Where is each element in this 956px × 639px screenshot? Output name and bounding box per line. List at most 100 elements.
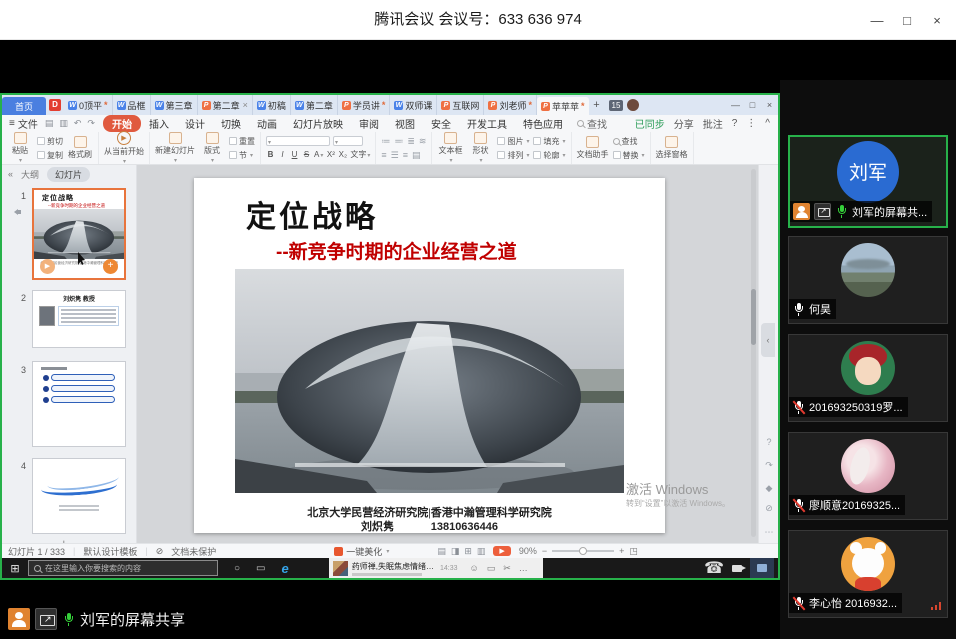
selection-pane-button[interactable]: 选择窗格 bbox=[656, 136, 688, 160]
avatar[interactable] bbox=[627, 99, 639, 111]
comment-button[interactable]: 批注 bbox=[703, 116, 723, 131]
tab-close-icon[interactable]: × bbox=[243, 100, 248, 110]
ribbon-search[interactable]: 查找 bbox=[577, 116, 607, 131]
folder-icon[interactable]: ▭ bbox=[487, 563, 496, 574]
sorter-view-icon[interactable]: ⊞ bbox=[464, 546, 472, 557]
replace-button[interactable]: 替换 bbox=[613, 150, 645, 161]
align-right-icon[interactable]: ≡ bbox=[403, 150, 408, 161]
close-icon[interactable]: × bbox=[922, 13, 952, 28]
subscript-button[interactable]: X₂ bbox=[338, 150, 347, 159]
new-tab-icon[interactable]: + bbox=[589, 95, 605, 115]
italic-button[interactable]: I bbox=[278, 150, 287, 159]
zoom-slider-knob[interactable] bbox=[579, 547, 587, 555]
participant-tile-liao[interactable]: 廖顺意20169325... bbox=[788, 432, 948, 520]
doc-tab[interactable]: P刘老师* bbox=[484, 95, 537, 115]
doc-tab[interactable]: W0顶平* bbox=[64, 95, 113, 115]
more-tools-icon[interactable]: ⋯ bbox=[759, 527, 779, 538]
slide-thumbnail-4[interactable] bbox=[32, 458, 126, 534]
undo-history-icon[interactable]: ↷ bbox=[759, 460, 779, 471]
wps-maximize-icon[interactable]: □ bbox=[744, 100, 761, 110]
doc-tab[interactable]: W初稿 bbox=[253, 95, 291, 115]
tab-count-badge[interactable]: 15 bbox=[609, 100, 624, 111]
start-button[interactable]: ⊞ bbox=[2, 562, 28, 575]
screenshot-scissors-icon[interactable]: ✂ bbox=[503, 563, 511, 574]
arrange-button[interactable]: 排列 bbox=[497, 150, 529, 161]
font-size-select[interactable] bbox=[333, 136, 363, 146]
number-list-icon[interactable]: ≕ bbox=[394, 136, 403, 147]
copy-button[interactable]: 复制 bbox=[37, 150, 63, 161]
doc-assistant-button[interactable]: 文档助手 bbox=[577, 136, 609, 160]
collapse-ribbon-icon[interactable]: ^ bbox=[765, 118, 770, 129]
taskbar-search[interactable]: 在这里输入你要搜索的内容 bbox=[28, 560, 218, 576]
save-icon[interactable]: ▤ bbox=[45, 118, 54, 129]
fill-button[interactable]: 填充 bbox=[533, 136, 565, 147]
wechat-notification-window[interactable]: 药师禅,失眠焦虑情绪… 14:33 ☺ ▭ ✂ … bbox=[329, 558, 543, 578]
participant-tile-lixinyi[interactable]: 李心怡 2016932... bbox=[788, 530, 948, 618]
reading-view-icon[interactable]: ▥ bbox=[477, 546, 486, 557]
plugin-icon[interactable]: ◆ bbox=[759, 483, 779, 494]
menu-tab-start[interactable]: 开始 bbox=[103, 115, 141, 132]
strike-button[interactable]: S bbox=[302, 150, 311, 159]
emoji-icon[interactable]: ☺ bbox=[470, 563, 479, 574]
doc-tab-active[interactable]: P苹苹苹* bbox=[537, 97, 589, 115]
participant-tile-luo[interactable]: 201693250319罗... bbox=[788, 334, 948, 422]
play-from-current-button[interactable]: ▶从当前开始 bbox=[104, 131, 144, 165]
more-icon[interactable]: ⋮ bbox=[746, 118, 756, 129]
current-slide[interactable]: 定位战略 --新竞争时期的企业经营之道 bbox=[194, 178, 665, 533]
indent-icon[interactable]: ≣ bbox=[407, 136, 415, 147]
print-icon[interactable]: ▥ bbox=[59, 118, 68, 129]
paste-button[interactable]: 粘贴 bbox=[7, 132, 33, 164]
shape-button[interactable]: 形状 bbox=[467, 132, 493, 164]
line-spacing-icon[interactable]: ≋ bbox=[419, 136, 427, 147]
justify-icon[interactable]: ▤ bbox=[412, 150, 421, 161]
doc-tab[interactable]: W第二章 bbox=[291, 95, 338, 115]
menu-tab-security[interactable]: 安全 bbox=[423, 116, 459, 131]
font-color-button[interactable]: A bbox=[314, 150, 323, 159]
beautify-button[interactable]: 一键美化 bbox=[334, 545, 389, 558]
zoom-slider[interactable] bbox=[552, 550, 614, 552]
zoom-out-icon[interactable]: − bbox=[542, 546, 547, 556]
cut-button[interactable]: 剪切 bbox=[37, 136, 63, 147]
slide-scrollbar[interactable] bbox=[751, 169, 756, 537]
tab-slides[interactable]: 幻灯片 bbox=[47, 167, 90, 182]
phone-icon[interactable]: ☎ bbox=[704, 558, 724, 578]
picture-button[interactable]: 图片 bbox=[497, 136, 529, 147]
menu-tab-apps[interactable]: 特色应用 bbox=[515, 116, 571, 131]
protection-status[interactable]: 文档未保护 bbox=[171, 545, 216, 558]
doc-tab[interactable]: P第二章× bbox=[198, 95, 253, 115]
participant-tile-liujun[interactable]: 刘军 刘军的屏幕共... bbox=[788, 135, 948, 228]
doc-tab[interactable]: W第三章 bbox=[151, 95, 198, 115]
wps-close-icon[interactable]: × bbox=[761, 100, 778, 110]
help-icon[interactable]: ? bbox=[759, 437, 779, 447]
chat-bubble-icon[interactable]: … bbox=[519, 563, 528, 574]
thumb-play-button[interactable]: ▶ bbox=[40, 259, 55, 274]
reset-button[interactable]: 重置 bbox=[229, 136, 255, 147]
file-menu[interactable]: ≡文件 bbox=[2, 116, 45, 131]
doc-tab[interactable]: P学员讲* bbox=[338, 95, 391, 115]
menu-tab-devtools[interactable]: 开发工具 bbox=[459, 116, 515, 131]
menu-tab-slideshow[interactable]: 幻灯片放映 bbox=[285, 116, 351, 131]
participant-tile-hehao[interactable]: 何昊 bbox=[788, 236, 948, 324]
align-center-icon[interactable]: ☰ bbox=[391, 150, 399, 161]
tab-home[interactable]: 首页 bbox=[2, 97, 46, 115]
doc-tab[interactable]: W品框 bbox=[113, 95, 151, 115]
undo-icon[interactable]: ↶ bbox=[74, 118, 82, 129]
collapse-panel-icon[interactable]: « bbox=[8, 169, 13, 179]
panel-pulltab[interactable]: ‹ bbox=[761, 323, 775, 357]
bold-button[interactable]: B bbox=[266, 150, 275, 159]
tab-outline[interactable]: 大纲 bbox=[21, 168, 39, 181]
format-painter-button[interactable]: 格式刷 bbox=[67, 136, 93, 160]
redo-icon[interactable]: ↷ bbox=[87, 118, 95, 129]
thumb-add-button[interactable]: + bbox=[103, 259, 118, 274]
fit-slide-icon[interactable]: ◳ bbox=[629, 546, 638, 557]
align-left-icon[interactable]: ≡ bbox=[381, 150, 386, 161]
scrollbar-thumb[interactable] bbox=[751, 289, 756, 345]
maximize-icon[interactable]: □ bbox=[892, 13, 922, 28]
section-button[interactable]: 节 bbox=[229, 150, 255, 161]
menu-tab-insert[interactable]: 插入 bbox=[141, 116, 177, 131]
normal-view-icon[interactable]: ◨ bbox=[451, 546, 460, 557]
notes-view-icon[interactable]: ▤ bbox=[437, 546, 446, 557]
share-button[interactable]: 分享 bbox=[674, 116, 694, 131]
video-camera-icon[interactable] bbox=[732, 565, 742, 572]
meeting-app-taskbar-icon[interactable] bbox=[750, 558, 774, 578]
